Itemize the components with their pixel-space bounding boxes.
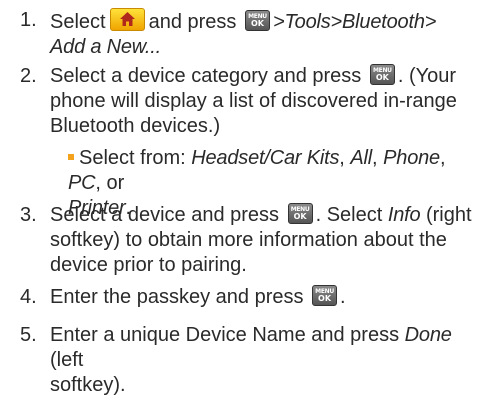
step-number: 2.	[20, 65, 37, 87]
step-text: and press	[148, 11, 237, 33]
menu-ok-key-icon: MENU OK	[245, 10, 270, 31]
step-line: phone will display a list of discovered …	[50, 90, 457, 112]
menu-path: >Tools>Bluetooth>	[273, 11, 437, 33]
step-line: Enter the passkey and press MENU OK.	[50, 285, 474, 310]
step-text: . Select	[315, 204, 383, 226]
step-text: Enter a unique Device Name and press	[50, 324, 400, 346]
step-text: . (Your	[397, 65, 457, 87]
step-text: Select	[50, 11, 106, 33]
step-3: 3. Select a device and press MENU OK. Sel…	[20, 203, 474, 278]
step-4: 4. Enter the passkey and press MENU OK.	[20, 285, 474, 310]
home-key-icon	[109, 8, 145, 31]
bullet-icon	[68, 153, 74, 160]
step-line: Select and press MENU OK >Tools>Bluetooth>	[50, 8, 474, 35]
softkey-info: Info	[387, 204, 421, 226]
option-pc: PC	[68, 172, 96, 194]
step-2: 2. Select a device category and press ME…	[20, 64, 474, 139]
step-text: (left	[50, 349, 84, 371]
step-number: 5.	[20, 324, 37, 346]
step-text: (right	[425, 204, 472, 226]
step-line: softkey) to obtain more information abou…	[50, 229, 447, 251]
option-headset: Headset/Car Kits	[191, 147, 340, 169]
step-text: .	[340, 286, 346, 308]
step-line: Bluetooth devices.)	[50, 115, 221, 137]
step-text: Enter the passkey and press	[50, 286, 304, 308]
step-line: Select a device and press MENU OK. Select…	[50, 203, 474, 228]
step-5: 5. Enter a unique Device Name and press …	[20, 323, 474, 398]
step-number: 4.	[20, 286, 37, 308]
step-line: softkey).	[50, 374, 126, 396]
step-text: Select a device category and press	[50, 65, 362, 87]
step-number: 1.	[20, 9, 37, 31]
option-all: All	[350, 147, 373, 169]
step-text: Select a device and press	[50, 204, 280, 226]
step-1: 1. Select and press MENU OK >Tools>Bluetoot…	[20, 8, 474, 60]
menu-ok-key-icon: MENU OK	[287, 203, 313, 224]
menu-path: Add a New...	[50, 36, 161, 58]
sub-label: Select from:	[79, 147, 186, 169]
step-number: 3.	[20, 204, 37, 226]
menu-ok-key-icon: MENU OK	[312, 285, 338, 306]
step-line: Enter a unique Device Name and press Don…	[50, 323, 474, 373]
softkey-done: Done	[404, 324, 452, 346]
instruction-steps: 1. Select and press MENU OK >Tools>Bluetoot…	[0, 0, 480, 396]
option-phone: Phone	[383, 147, 440, 169]
step-line: device prior to pairing.	[50, 254, 247, 276]
step-line: Add a New...	[50, 35, 474, 60]
menu-ok-key-icon: MENU OK	[369, 64, 395, 85]
step-line: Select a device category and press MENU O…	[50, 64, 474, 89]
